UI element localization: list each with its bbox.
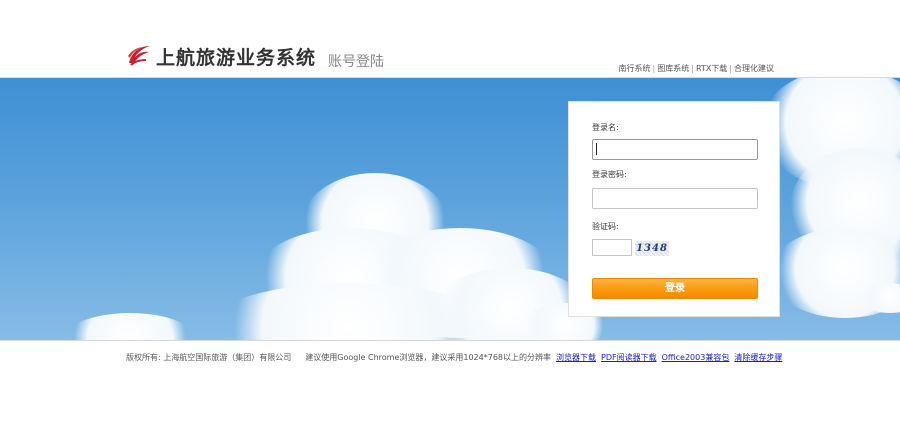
page-footer: 版权所有: 上海航空国际旅游（集团）有限公司 建议使用Google Chrome浏… [126, 352, 782, 363]
username-input[interactable] [592, 139, 758, 160]
link-suggestions[interactable]: 合理化建议 [734, 64, 774, 73]
browser-note: 建议使用Google Chrome浏览器，建议采用1024*768以上的分辨率 [305, 353, 552, 362]
login-panel: 登录名: 登录密码: 验证码: 1348 登录 [568, 101, 780, 317]
footer-divider [0, 340, 900, 341]
login-button[interactable]: 登录 [592, 278, 758, 299]
link-separator: | [652, 64, 656, 73]
link-separator: | [729, 64, 732, 73]
link-nanxing-system[interactable]: 南行系统 [619, 64, 651, 73]
cloud-shape [60, 313, 200, 340]
link-separator: | [691, 64, 694, 73]
link-clear-cache-steps[interactable]: 清除缓存步骤 [734, 353, 782, 362]
link-browser-download[interactable]: 浏览器下载 [556, 353, 596, 362]
captcha-image[interactable]: 1348 [635, 241, 669, 256]
system-title: 上航旅游业务系统 [156, 47, 317, 69]
password-label: 登录密码: [592, 170, 627, 179]
page-header: 上航旅游业务系统 账号登陆 南行系统 | 图库系统 | RTX下载 | 合理化建议 [0, 0, 900, 78]
password-input[interactable] [592, 188, 758, 209]
link-gallery-system[interactable]: 图库系统 [657, 64, 689, 73]
link-office2003-compat[interactable]: Office2003兼容包 [662, 353, 730, 362]
link-pdf-reader-download[interactable]: PDF阅读器下载 [601, 353, 657, 362]
airline-bird-logo-icon [128, 46, 150, 66]
username-label: 登录名: [592, 123, 619, 132]
copyright-text: 版权所有: 上海航空国际旅游（集团）有限公司 [126, 353, 292, 362]
text-caret [596, 143, 597, 155]
captcha-input[interactable] [592, 239, 632, 256]
page-subtitle: 账号登陆 [328, 54, 384, 70]
captcha-label: 验证码: [592, 222, 619, 231]
top-links: 南行系统 | 图库系统 | RTX下载 | 合理化建议 [619, 63, 774, 74]
link-rtx-download[interactable]: RTX下载 [696, 64, 727, 73]
